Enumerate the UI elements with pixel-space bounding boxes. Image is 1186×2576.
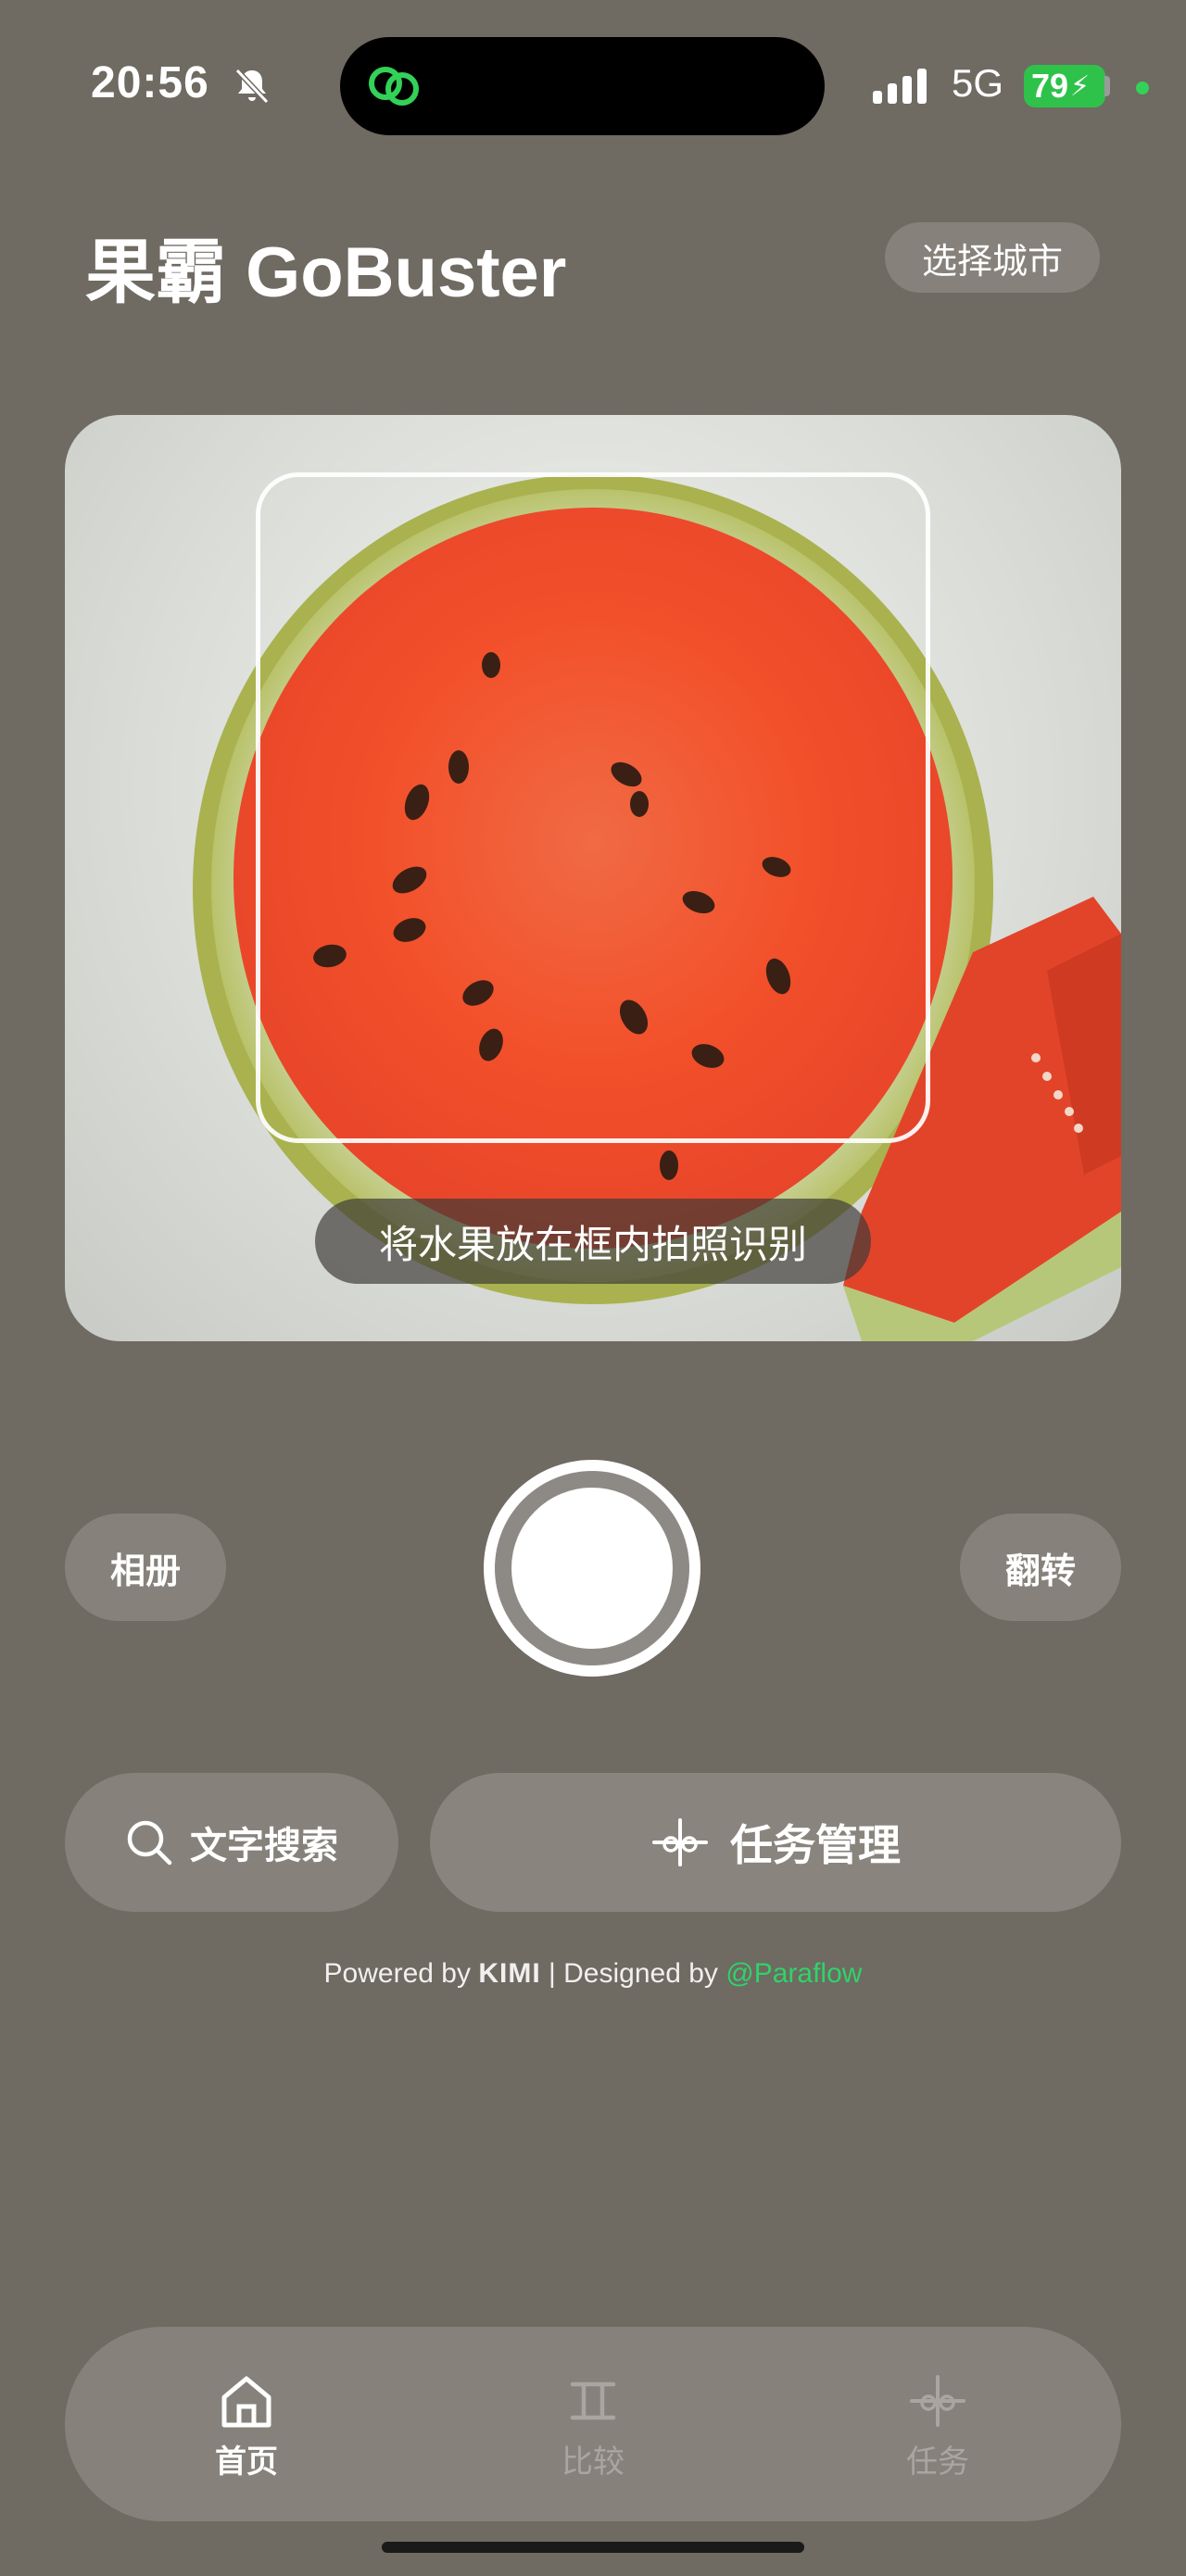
- charging-icon: ⚡: [1070, 70, 1091, 102]
- battery-indicator: 79 ⚡: [1024, 65, 1105, 107]
- powered-by-text: Powered by: [323, 1958, 471, 1989]
- scan-frame: [256, 472, 930, 1143]
- tab-tasks-label: 任务: [906, 2444, 969, 2480]
- select-city-button[interactable]: 选择城市: [885, 222, 1100, 293]
- link-icon: [369, 67, 419, 106]
- tab-home[interactable]: 首页: [154, 2371, 339, 2482]
- tab-tasks[interactable]: 任务: [845, 2371, 1030, 2482]
- task-icon: [652, 1818, 708, 1866]
- network-type: 5G: [952, 61, 1004, 105]
- paraflow-logo: @Paraflow: [725, 1958, 863, 1989]
- battery-tip: [1104, 76, 1110, 96]
- album-button[interactable]: 相册: [65, 1514, 226, 1621]
- privacy-dot: [1136, 82, 1149, 94]
- task-manage-label: 任务管理: [730, 1821, 901, 1869]
- bell-muted-icon: [234, 68, 270, 105]
- battery-level: 79: [1031, 67, 1069, 105]
- tab-compare[interactable]: 比较: [500, 2371, 686, 2482]
- paraflow-text: Paraflow: [753, 1958, 863, 1989]
- home-indicator[interactable]: [382, 2542, 804, 2553]
- text-search-label: 文字搜索: [190, 1826, 338, 1866]
- app-title: 果霸 GoBuster: [85, 233, 567, 312]
- search-icon: [127, 1820, 172, 1866]
- tab-home-label: 首页: [215, 2444, 278, 2480]
- shutter-core[interactable]: [511, 1488, 673, 1649]
- flip-camera-button[interactable]: 翻转: [960, 1514, 1121, 1621]
- status-time: 20:56: [91, 58, 209, 107]
- kimi-logo: KIMI: [478, 1958, 541, 1989]
- compare-icon: [570, 2381, 616, 2420]
- task-icon: [910, 2375, 965, 2427]
- home-icon: [221, 2376, 271, 2428]
- task-manage-button[interactable]: 任务管理: [430, 1773, 1121, 1912]
- footer-credits: Powered by KIMI | Designed by @Paraflow: [0, 1958, 1186, 1990]
- tab-compare-label: 比较: [561, 2444, 625, 2480]
- text-search-button[interactable]: 文字搜索: [65, 1773, 398, 1912]
- designed-by-text: | Designed by: [549, 1958, 718, 1989]
- camera-hint: 将水果放在框内拍照识别: [315, 1199, 871, 1284]
- signal-icon: [873, 69, 927, 104]
